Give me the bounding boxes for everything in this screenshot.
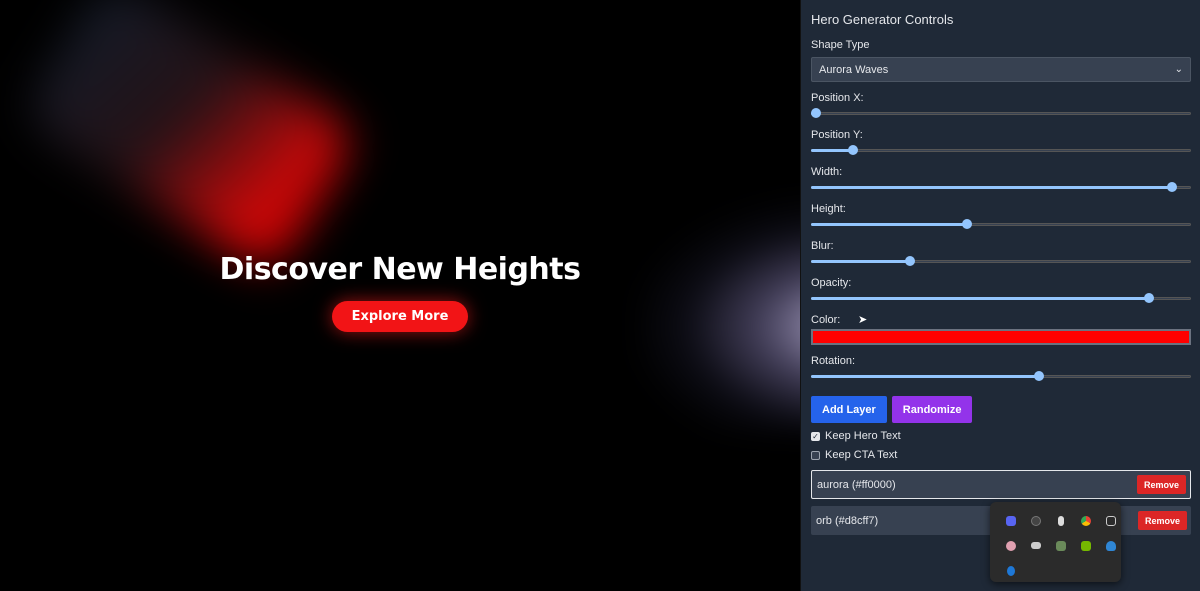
shape-type-label: Shape Type: [811, 39, 870, 51]
panel-title: Hero Generator Controls: [811, 12, 954, 27]
width-label: Width:: [811, 166, 843, 178]
bluetooth-icon[interactable]: [998, 558, 1023, 583]
slider-thumb[interactable]: [1144, 293, 1155, 303]
chevron-down-icon: ⌄: [1174, 64, 1183, 75]
layer-item-aurora[interactable]: aurora (#ff0000) Remove: [811, 470, 1191, 499]
cup-icon[interactable]: [1023, 533, 1048, 558]
slider-thumb[interactable]: [961, 219, 972, 229]
hero-preview: Discover New Heights Explore More: [0, 0, 800, 591]
opacity-slider[interactable]: [811, 292, 1191, 304]
keep-cta-text-option[interactable]: Keep CTA Text: [811, 449, 1190, 461]
randomize-button[interactable]: Randomize: [891, 396, 973, 423]
aurora-shape: [17, 0, 363, 277]
width-slider[interactable]: [811, 181, 1191, 193]
height-control: Height:: [811, 203, 1191, 230]
circle-app-icon[interactable]: [1023, 508, 1048, 533]
opacity-label: Opacity:: [811, 277, 852, 289]
keep-cta-text-checkbox[interactable]: [811, 450, 820, 460]
hero-title: Discover New Heights: [219, 252, 581, 287]
color-control: Color:: [811, 314, 1191, 345]
layer-label: aurora (#ff0000): [817, 478, 896, 491]
slider-thumb[interactable]: [904, 256, 915, 266]
position-y-control: Position Y:: [811, 129, 1191, 156]
mouse-cursor-icon: ➤: [858, 313, 868, 326]
remove-layer-button[interactable]: Remove: [1137, 511, 1187, 530]
slider-thumb[interactable]: [1034, 371, 1044, 381]
chrome-icon[interactable]: [1073, 508, 1098, 533]
rotation-control: Rotation:: [811, 355, 1191, 382]
image-icon[interactable]: [1048, 533, 1073, 558]
keep-hero-text-label: Keep Hero Text: [825, 430, 901, 442]
position-x-label: Position X:: [811, 92, 864, 104]
color-label: Color:: [811, 314, 841, 326]
shape-type-select[interactable]: Aurora Waves ⌄: [811, 57, 1191, 82]
slider-thumb[interactable]: [1167, 182, 1177, 192]
slider-thumb[interactable]: [811, 108, 821, 118]
color-picker[interactable]: [811, 329, 1191, 345]
shape-type-value: Aurora Waves: [819, 63, 889, 76]
position-x-control: Position X:: [811, 92, 1191, 119]
blur-control: Blur:: [811, 240, 1191, 267]
blur-label: Blur:: [811, 240, 834, 252]
figure-icon[interactable]: [1048, 508, 1073, 533]
nvidia-icon[interactable]: [1073, 533, 1098, 558]
position-y-label: Position Y:: [811, 129, 863, 141]
system-tray-overflow: [990, 502, 1121, 582]
rotation-label: Rotation:: [811, 355, 856, 367]
keep-hero-text-option[interactable]: ✓ Keep Hero Text: [811, 430, 1190, 442]
cta-button[interactable]: Explore More: [331, 301, 469, 332]
blur-slider[interactable]: [811, 255, 1191, 267]
gear-flower-icon[interactable]: [998, 533, 1023, 558]
keep-cta-text-label: Keep CTA Text: [825, 449, 898, 461]
discord-icon[interactable]: [998, 508, 1023, 533]
opacity-control: Opacity:: [811, 277, 1191, 304]
app: Discover New Heights Explore More Hero G…: [0, 0, 1200, 591]
slider-thumb[interactable]: [847, 145, 858, 155]
keep-hero-text-checkbox[interactable]: ✓: [811, 431, 820, 441]
width-control: Width:: [811, 166, 1191, 193]
onedrive-icon[interactable]: [1098, 533, 1123, 558]
height-slider[interactable]: [811, 218, 1191, 230]
action-buttons: Add Layer Randomize: [811, 396, 1190, 423]
hero-content: Discover New Heights Explore More: [0, 252, 800, 332]
height-label: Height:: [811, 203, 846, 215]
remove-layer-button[interactable]: Remove: [1136, 475, 1186, 494]
rotation-slider[interactable]: [811, 370, 1191, 382]
layer-label: orb (#d8cff7): [816, 514, 879, 527]
position-y-slider[interactable]: [811, 144, 1191, 156]
position-x-slider[interactable]: [811, 107, 1191, 119]
add-layer-button[interactable]: Add Layer: [811, 396, 887, 423]
screen-icon[interactable]: [1098, 508, 1123, 533]
